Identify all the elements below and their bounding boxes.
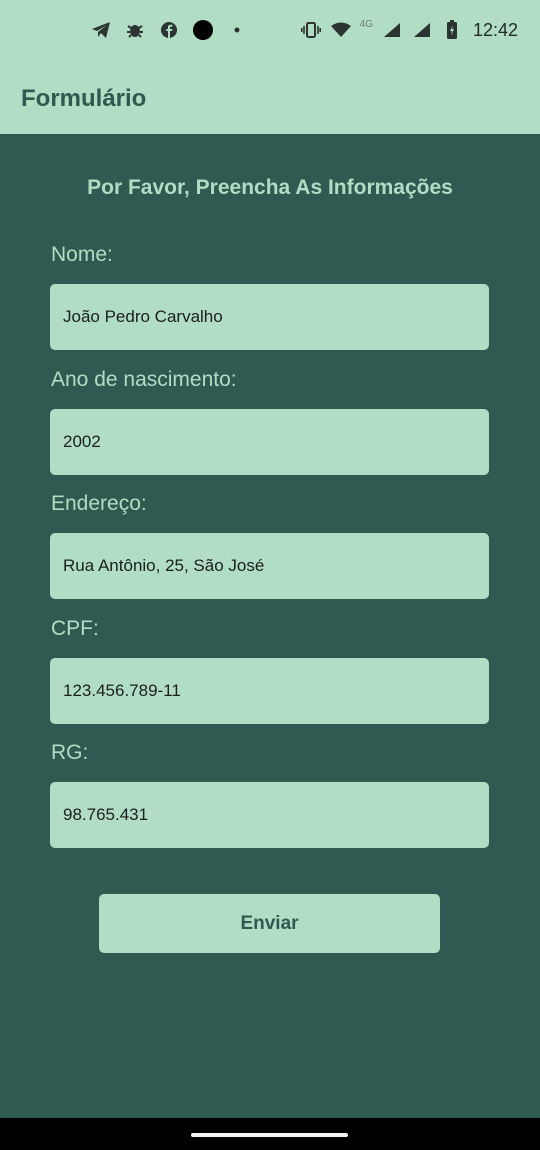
battery-icon (441, 18, 463, 42)
navigation-bar (0, 1118, 540, 1150)
cpf-label: CPF: (51, 617, 99, 640)
network-type-label: 4G (359, 18, 373, 30)
address-field[interactable] (50, 533, 489, 599)
wifi-icon (330, 18, 352, 42)
birth-year-field[interactable] (50, 409, 489, 475)
facebook-icon (158, 18, 180, 42)
camera-dot-icon (192, 18, 214, 42)
app-bar: Formulário (0, 62, 540, 134)
rg-field[interactable] (50, 782, 489, 848)
page-title: Formulário (21, 85, 147, 112)
notification-icons (90, 18, 248, 42)
telegram-icon (90, 18, 112, 42)
birth-year-label: Ano de nascimento: (51, 368, 237, 391)
address-label: Endereço: (51, 492, 147, 515)
cpf-field[interactable] (50, 658, 489, 724)
rg-label: RG: (51, 741, 89, 764)
home-gesture-handle[interactable] (191, 1133, 348, 1137)
signal-icon (411, 18, 433, 42)
system-icons: 4G 12:42 (300, 18, 518, 42)
status-bar-clock: 12:42 (472, 19, 518, 40)
small-dot-icon (226, 18, 248, 42)
status-bar: 4G 12:42 (0, 0, 540, 62)
vibrate-icon (300, 18, 322, 42)
form-heading: Por Favor, Preencha As Informações (87, 176, 453, 199)
submit-button[interactable]: Enviar (99, 894, 440, 953)
name-label: Nome: (51, 243, 113, 266)
bug-icon (124, 18, 146, 42)
signal-icon (381, 18, 403, 42)
name-field[interactable] (50, 284, 489, 350)
